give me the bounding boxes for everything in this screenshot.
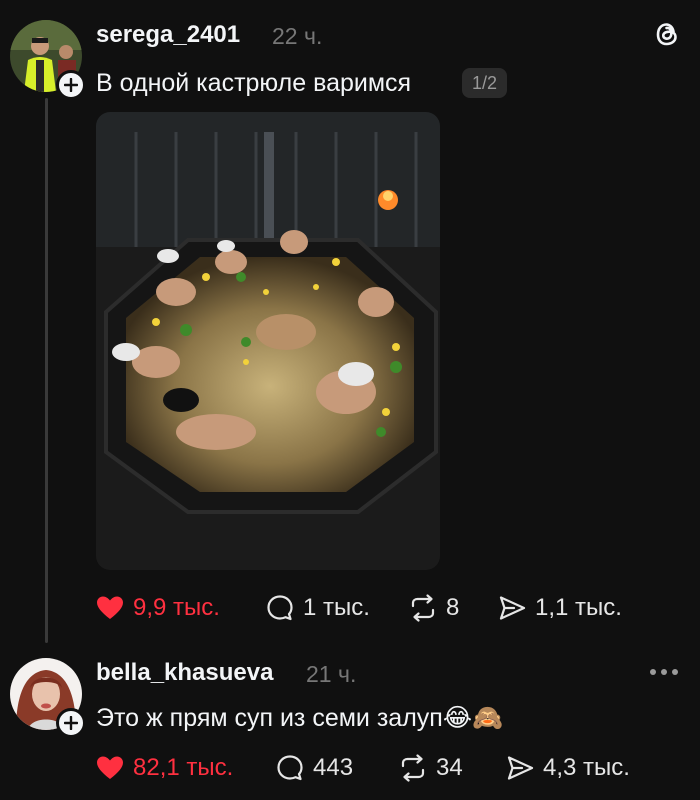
- reply-share-button[interactable]: 4,3 тыс.: [505, 753, 630, 783]
- post-username[interactable]: serega_2401: [96, 21, 240, 49]
- reply-timestamp: 21 ч.: [306, 661, 357, 687]
- comment-icon: [267, 595, 293, 621]
- follow-plus-button[interactable]: [56, 70, 86, 100]
- media-counter-badge: 1/2: [462, 68, 508, 98]
- threads-logo-icon[interactable]: [651, 18, 683, 50]
- share-button[interactable]: 1,1 тыс.: [497, 593, 622, 623]
- post-timestamp: 22 ч.: [272, 23, 323, 49]
- reply-repost-button[interactable]: 34: [398, 753, 463, 783]
- thread-connector-line: [45, 98, 48, 643]
- reply-share-count: 4,3 тыс.: [543, 754, 630, 781]
- reply-text: Это ж прям суп из семи залуп: [96, 704, 443, 732]
- plus-icon: [64, 716, 78, 730]
- like-count: 9,9 тыс.: [133, 594, 220, 621]
- comment-icon: [277, 755, 303, 781]
- reply-emojis: 😂🙈: [442, 703, 504, 732]
- heart-icon: [97, 756, 123, 779]
- reply-text-row: Это ж прям суп из семи залуп😂🙈: [96, 703, 503, 733]
- reply-username[interactable]: bella_khasueva: [96, 659, 273, 687]
- plus-icon: [64, 78, 78, 92]
- repost-button[interactable]: 8: [408, 593, 459, 623]
- follow-plus-button[interactable]: [56, 708, 86, 738]
- repost-icon: [411, 594, 435, 622]
- like-button[interactable]: 9,9 тыс.: [95, 593, 220, 623]
- post-image[interactable]: [96, 112, 440, 570]
- share-icon: [507, 756, 534, 780]
- share-count: 1,1 тыс.: [535, 594, 622, 621]
- heart-icon: [97, 596, 123, 619]
- reply-comment-button[interactable]: 443: [275, 753, 353, 783]
- reply-comment-count: 443: [313, 754, 354, 781]
- reply-like-button[interactable]: 82,1 тыс.: [95, 753, 233, 783]
- repost-count: 8: [446, 594, 460, 621]
- comment-button[interactable]: 1 тыс.: [265, 593, 370, 623]
- comment-count: 1 тыс.: [303, 594, 370, 621]
- post-text: В одной кастрюле варимся: [96, 69, 412, 97]
- reply-repost-count: 34: [436, 754, 463, 781]
- share-icon: [499, 596, 526, 620]
- more-icon: [650, 669, 656, 675]
- repost-icon: [401, 754, 425, 782]
- more-options-button[interactable]: [650, 665, 688, 679]
- reply-like-count: 82,1 тыс.: [133, 754, 234, 781]
